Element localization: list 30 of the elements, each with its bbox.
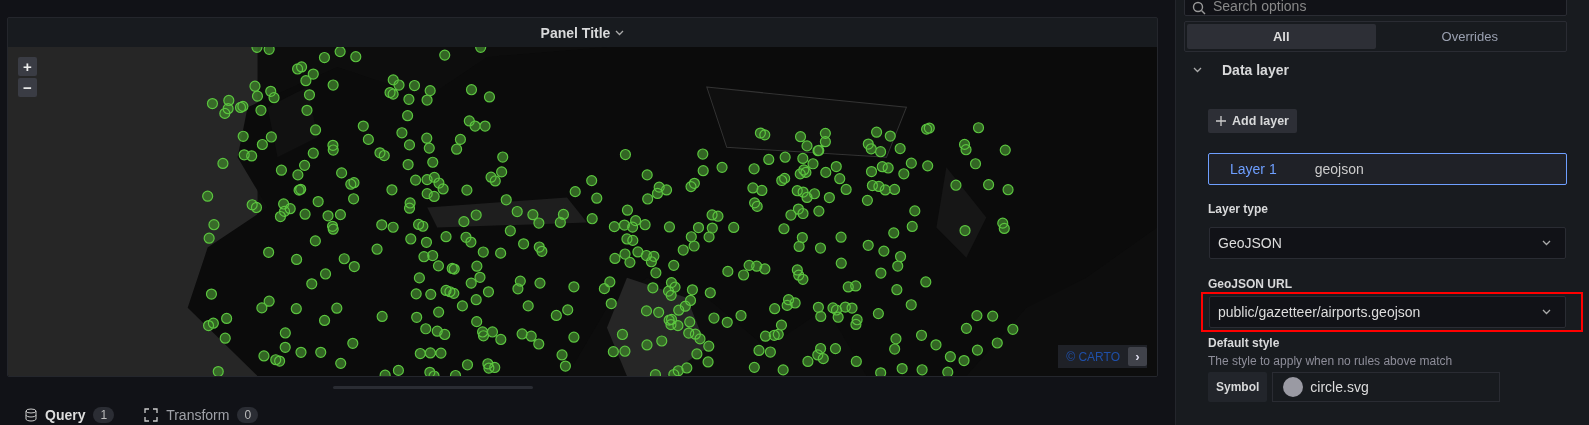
add-layer-button[interactable]: Add layer [1208,109,1297,133]
database-icon [25,408,37,422]
chevron-down-icon [1193,67,1202,73]
zoom-out-button[interactable]: − [18,78,37,97]
field-label: Default style [1208,336,1280,350]
panel-title-menu[interactable]: Panel Title [540,24,625,41]
options-tab[interactable]: All [1187,24,1376,49]
symbol-picker[interactable]: circle.svg [1272,372,1501,402]
query-tab[interactable]: Transform 0 [144,407,259,423]
zoom-in-button[interactable]: + [18,57,37,76]
attribution-toggle[interactable]: › [1128,347,1147,366]
select-field[interactable]: public/gazetteer/airports.geojson [1209,296,1566,328]
chevron-down-icon [1542,309,1551,315]
search-icon [1192,1,1206,15]
query-tab[interactable]: Query 1 [25,407,115,423]
options-tab[interactable]: Overrides [1375,24,1564,49]
section-header[interactable]: Data layer [1184,62,1567,78]
field-label: Layer type [1208,202,1269,216]
field-description: The style to apply when no rules above match [1208,354,1453,368]
field-label: GeoJSON URL [1208,277,1292,291]
search-field[interactable]: Search options [1184,0,1567,16]
layer-item[interactable]: Layer 1 geojson [1208,153,1567,185]
symbol-label: Symbol [1208,372,1268,402]
select-field[interactable]: GeoJSON [1209,227,1566,259]
chevron-down-icon [1542,240,1551,246]
plus-icon [1216,116,1226,126]
chevron-down-icon [615,29,625,36]
attribution-text: © CARTO [1066,349,1120,364]
circle-icon [1283,377,1304,397]
transform-icon [144,408,159,422]
